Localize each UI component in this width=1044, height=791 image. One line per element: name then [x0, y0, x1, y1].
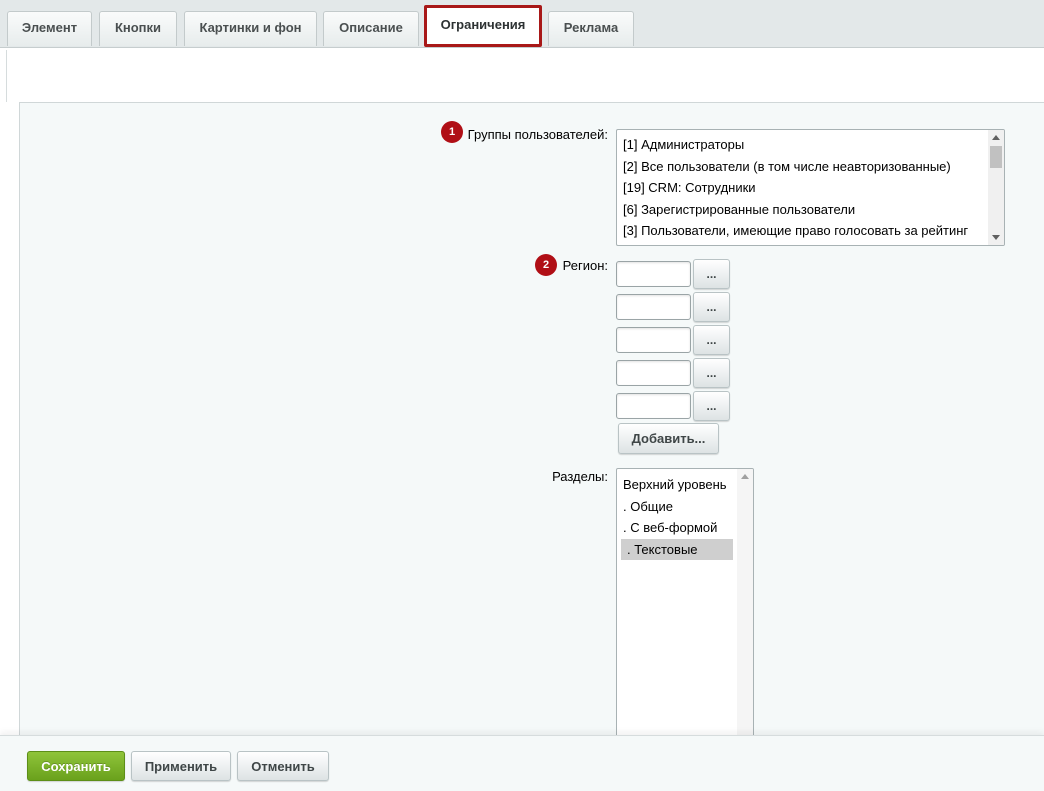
tab-restrictions[interactable]: Ограничения — [424, 5, 542, 47]
tab-element[interactable]: Элемент — [7, 11, 92, 46]
user-groups-scrollbar[interactable] — [988, 130, 1004, 245]
list-item[interactable]: . Общие — [617, 496, 733, 518]
list-item[interactable]: [6] Зарегистрированные пользователи — [617, 199, 1004, 221]
tab-buttons[interactable]: Кнопки — [99, 11, 177, 46]
region-browse-button-2[interactable]: ... — [693, 292, 730, 322]
user-groups-listbox[interactable]: [1] Администраторы [2] Все пользователи … — [616, 129, 1005, 246]
list-item[interactable]: . С веб-формой — [617, 517, 733, 539]
list-item[interactable]: [19] CRM: Сотрудники — [617, 177, 1004, 199]
region-browse-button-4[interactable]: ... — [693, 358, 730, 388]
scroll-up-icon[interactable] — [741, 474, 749, 479]
scroll-down-icon[interactable] — [992, 235, 1000, 240]
sections-scrollbar[interactable] — [737, 469, 753, 757]
region-browse-button-3[interactable]: ... — [693, 325, 730, 355]
sections-listbox[interactable]: Верхний уровень . Общие . С веб-формой .… — [616, 468, 754, 758]
user-groups-label: Группы пользователей: — [467, 127, 608, 142]
list-item-selected[interactable]: . Текстовые — [621, 538, 733, 560]
apply-button[interactable]: Применить — [131, 751, 231, 781]
region-input-4[interactable] — [616, 360, 691, 386]
region-input-5[interactable] — [616, 393, 691, 419]
content-header-area — [6, 50, 1044, 102]
tab-advertising[interactable]: Реклама — [548, 11, 634, 46]
sections-label: Разделы: — [552, 469, 608, 484]
region-input-2[interactable] — [616, 294, 691, 320]
save-button[interactable]: Сохранить — [27, 751, 125, 781]
scroll-thumb[interactable] — [990, 146, 1002, 168]
cancel-button[interactable]: Отменить — [237, 751, 329, 781]
region-browse-button-5[interactable]: ... — [693, 391, 730, 421]
region-input-3[interactable] — [616, 327, 691, 353]
list-item[interactable]: Верхний уровень — [617, 474, 733, 496]
tab-images-background[interactable]: Картинки и фон — [184, 11, 317, 46]
list-item[interactable]: [3] Пользователи, имеющие право голосова… — [617, 220, 1004, 242]
list-item[interactable]: [1] Администраторы — [617, 134, 1004, 156]
list-item[interactable]: [2] Все пользователи (в том числе неавто… — [617, 156, 1004, 178]
tab-bar: Элемент Кнопки Картинки и фон Описание О… — [0, 0, 1044, 48]
tab-description[interactable]: Описание — [323, 11, 419, 46]
region-label: Регион: — [562, 258, 608, 273]
form-footer: Сохранить Применить Отменить — [0, 735, 1044, 791]
region-add-button[interactable]: Добавить... — [618, 423, 719, 454]
region-browse-button-1[interactable]: ... — [693, 259, 730, 289]
scroll-up-icon[interactable] — [992, 135, 1000, 140]
region-input-1[interactable] — [616, 261, 691, 287]
